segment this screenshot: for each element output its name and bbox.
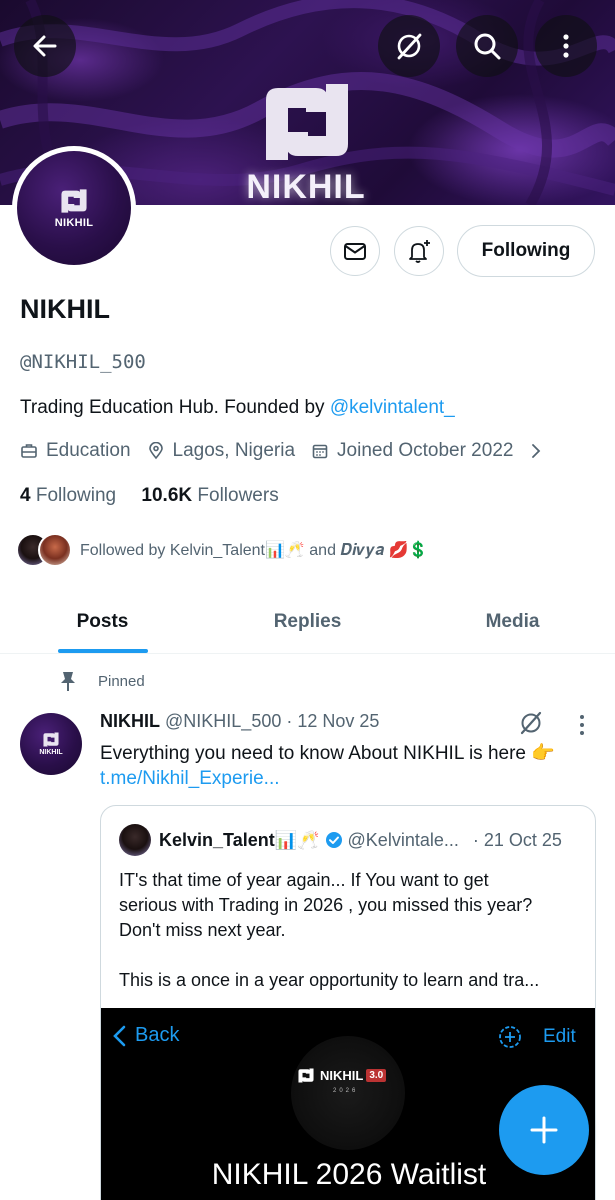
quote-line bbox=[119, 943, 581, 968]
tab-posts[interactable]: Posts bbox=[0, 590, 205, 653]
post-handle-date: @NIKHIL_500 · 12 Nov 25 bbox=[165, 711, 380, 731]
mail-icon bbox=[344, 243, 366, 260]
bio-mention-link[interactable]: @kelvintalent_ bbox=[330, 397, 455, 418]
more-vertical-icon[interactable] bbox=[575, 713, 589, 737]
back-button[interactable] bbox=[14, 15, 76, 77]
avatar-logo-icon bbox=[43, 732, 59, 747]
profile-handle: @NIKHIL_500 bbox=[20, 351, 146, 373]
post-link[interactable]: t.me/Nikhil_Experie... bbox=[100, 768, 280, 790]
profile-avatar[interactable]: NIKHIL bbox=[12, 146, 136, 270]
calendar-icon bbox=[312, 444, 328, 459]
chevron-right-icon[interactable] bbox=[529, 444, 543, 458]
location-pin-icon bbox=[148, 442, 163, 460]
location-text: Lagos, Nigeria bbox=[172, 440, 296, 461]
plus-icon bbox=[530, 1116, 558, 1144]
pinned-label: Pinned bbox=[98, 672, 145, 690]
quote-line: IT's that time of year again... If You w… bbox=[119, 870, 489, 890]
profile-name: NIKHIL bbox=[20, 294, 110, 324]
following-count-link[interactable]: 4 Following bbox=[20, 485, 116, 506]
notifications-button[interactable] bbox=[394, 226, 444, 276]
chevron-left-icon bbox=[113, 1025, 126, 1046]
quote-text: IT's that time of year again... If You w… bbox=[119, 868, 581, 993]
follower-avatar bbox=[38, 533, 72, 567]
followed-by-text: Followed by Kelvin_Talent📊🥂 and 𝑫𝒊𝒗𝒚𝒂 💋💲 bbox=[80, 542, 429, 559]
nikhil-logo-mark bbox=[266, 84, 348, 160]
quote-date: · 21 Oct 25 bbox=[472, 829, 562, 850]
image-back-label: Back bbox=[111, 1024, 179, 1047]
grok-slash-icon[interactable] bbox=[518, 710, 544, 736]
image-logo-year: 2026 bbox=[333, 1088, 359, 1094]
quote-line: This is a once in a year opportunity to … bbox=[119, 970, 540, 990]
avatar-image: NIKHIL bbox=[17, 151, 131, 265]
profile-meta: Education Lagos, Nigeria Joined October … bbox=[20, 440, 551, 462]
avatar-logo-icon bbox=[61, 188, 87, 213]
grok-button[interactable] bbox=[378, 15, 440, 77]
meta-category: Education bbox=[20, 440, 131, 462]
meta-location: Lagos, Nigeria bbox=[147, 440, 296, 462]
search-button[interactable] bbox=[456, 15, 518, 77]
pin-icon bbox=[61, 672, 75, 691]
grok-slash-icon bbox=[397, 33, 422, 60]
message-button[interactable] bbox=[330, 226, 380, 276]
followers-count-link[interactable]: 10.6K Followers bbox=[141, 485, 278, 506]
avatar-wordmark: NIKHIL bbox=[54, 216, 94, 229]
quote-header: Kelvin_Talent📊🥂 @Kelvintale... · 21 Oct … bbox=[119, 824, 562, 856]
bio-text: Trading Education Hub. Founded by bbox=[20, 397, 330, 418]
quote-author-avatar bbox=[119, 824, 151, 856]
following-button[interactable]: Following bbox=[457, 225, 595, 277]
quote-author-name: Kelvin_Talent📊🥂 bbox=[159, 829, 320, 850]
followed-by-row[interactable]: Followed by Kelvin_Talent📊🥂 and 𝑫𝒊𝒗𝒚𝒂 💋💲 bbox=[16, 533, 428, 567]
more-options-button[interactable] bbox=[535, 15, 597, 77]
tab-media[interactable]: Media bbox=[410, 590, 615, 653]
follow-counts: 4 Following 10.6K Followers bbox=[20, 485, 279, 507]
nikhil-logo-mark bbox=[298, 1068, 314, 1083]
quote-handle: @Kelvintale... bbox=[347, 829, 459, 850]
quote-line: serious with Trading in 2026 , you misse… bbox=[119, 895, 533, 915]
image-edit-label: Edit bbox=[543, 1026, 576, 1047]
briefcase-icon bbox=[21, 444, 37, 458]
meta-joined: Joined October 2022 bbox=[311, 440, 513, 462]
add-circle-icon bbox=[499, 1026, 521, 1048]
image-logo: NIKHIL 3.0 bbox=[297, 1068, 387, 1083]
post-author-name[interactable]: NIKHIL bbox=[100, 711, 160, 731]
quote-line: Don't miss next year. bbox=[119, 920, 286, 940]
post-header: NIKHIL @NIKHIL_500 · 12 Nov 25 bbox=[100, 711, 379, 732]
category-text: Education bbox=[46, 440, 131, 461]
banner-wordmark: NIKHIL bbox=[246, 168, 366, 205]
post-author-avatar[interactable]: NIKHIL bbox=[20, 713, 82, 775]
more-vertical-icon bbox=[563, 34, 569, 58]
verified-badge-icon bbox=[325, 832, 342, 848]
search-icon bbox=[474, 33, 501, 60]
pinned-indicator: Pinned bbox=[58, 670, 145, 692]
compose-post-button[interactable] bbox=[499, 1085, 589, 1175]
post-avatar-wordmark: NIKHIL bbox=[39, 749, 63, 756]
tab-replies[interactable]: Replies bbox=[205, 590, 410, 653]
arrow-left-icon bbox=[33, 35, 57, 57]
bell-plus-icon bbox=[409, 240, 430, 263]
profile-bio: Trading Education Hub. Founded by @kelvi… bbox=[20, 397, 455, 419]
profile-tabs: Posts Replies Media bbox=[0, 590, 615, 654]
joined-text: Joined October 2022 bbox=[337, 440, 514, 461]
post-text: Everything you need to know About NIKHIL… bbox=[100, 743, 555, 764]
